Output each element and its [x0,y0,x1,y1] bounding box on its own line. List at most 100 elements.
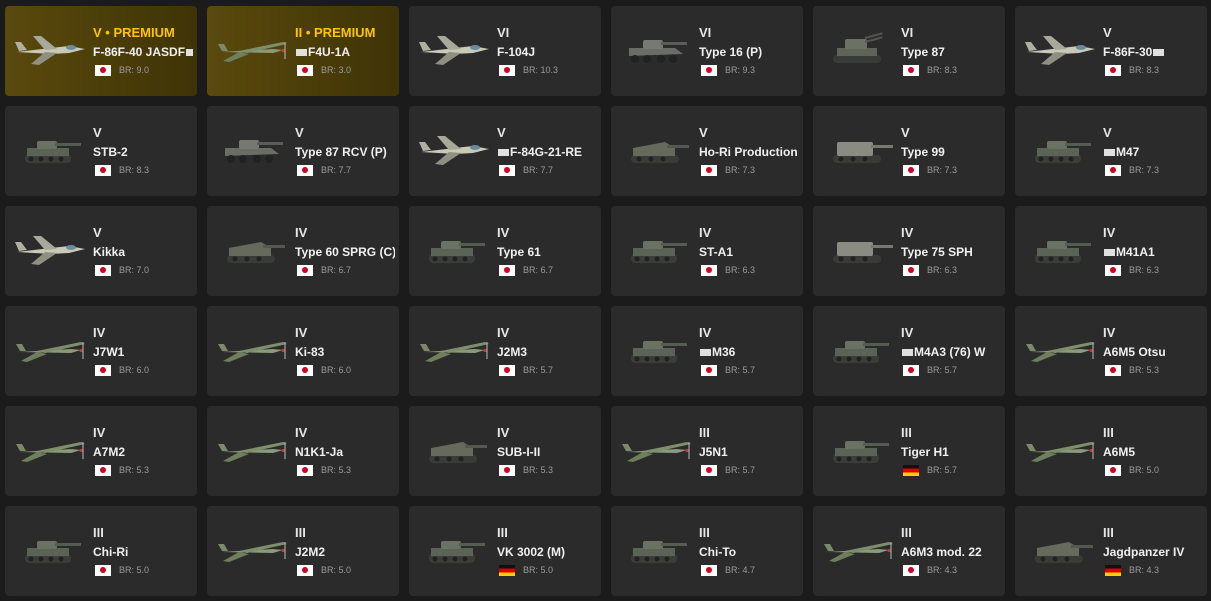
vehicle-rank: IV [295,325,308,340]
vehicle-card[interactable]: IV Type 75 SPH BR: 6.3 [813,206,1005,296]
battle-rating: BR: 7.3 [927,165,958,175]
vehicle-rank: IV [93,325,106,340]
japan-flag-icon [701,364,717,376]
vehicle-info: V Kikka BR: 7.0 [93,226,193,276]
tank-destroyer-icon [1021,528,1101,572]
vehicle-rank: IV [497,325,510,340]
vehicle-rank: II • PREMIUM [295,25,376,40]
tank-icon [415,228,495,272]
spg-icon [819,228,899,272]
japan-flag-icon [95,464,111,476]
vehicle-name: Type 99 [901,146,945,159]
battle-rating: BR: 6.0 [119,365,150,375]
battle-rating: BR: 5.7 [927,365,958,375]
vehicle-card[interactable]: IV A6M5 Otsu BR: 5.3 [1015,306,1207,396]
nation-tag-icon [296,49,307,57]
japan-flag-icon [903,164,919,176]
vehicle-card[interactable]: VI Type 16 (P) BR: 9.3 [611,6,803,96]
vehicle-name: A6M5 [1103,446,1136,459]
vehicle-card[interactable]: III Chi-To BR: 4.7 [611,506,803,596]
vehicle-card[interactable]: IV J7W1 BR: 6.0 [5,306,197,396]
battle-rating: BR: 3.0 [321,65,352,75]
vehicle-info: IV Ki-83 BR: 6.0 [295,326,395,376]
vehicle-info: III Jagdpanzer IV BR: 4.3 [1103,526,1203,576]
battle-rating: BR: 6.3 [725,265,756,275]
vehicle-name: STB-2 [93,146,128,159]
vehicle-card[interactable]: IV Type 61 BR: 6.7 [409,206,601,296]
jet-aircraft-icon [11,228,91,272]
prop-aircraft-icon [11,428,91,472]
vehicle-card[interactable]: III VK 3002 (M) BR: 5.0 [409,506,601,596]
vehicle-card[interactable]: III A6M3 mod. 22 BR: 4.3 [813,506,1005,596]
battle-rating: BR: 9.3 [725,65,756,75]
vehicle-name: Type 60 SPRG (C) [295,246,395,259]
battle-rating: BR: 5.0 [523,565,554,575]
vehicle-card[interactable]: IV M36 BR: 5.7 [611,306,803,396]
battle-rating: BR: 6.3 [1129,265,1160,275]
vehicle-info: IV Type 60 SPRG (C) BR: 6.7 [295,226,395,276]
vehicle-info: III Tiger H1 BR: 5.7 [901,426,1001,476]
battle-rating: BR: 5.7 [523,365,554,375]
vehicle-name: M36 [699,346,799,359]
vehicle-card[interactable]: IV ST-A1 BR: 6.3 [611,206,803,296]
vehicle-card[interactable]: V Type 87 RCV (P) BR: 7.7 [207,106,399,196]
vehicle-rank: VI [901,25,914,40]
battle-rating: BR: 5.7 [725,365,756,375]
vehicle-card[interactable]: V Ho-Ri Production BR: 7.3 [611,106,803,196]
vehicle-card[interactable]: III A6M5 BR: 5.0 [1015,406,1207,496]
battle-rating: BR: 5.3 [1129,365,1160,375]
japan-flag-icon [1105,464,1121,476]
vehicle-name: A7M2 [93,446,126,459]
japan-flag-icon [95,64,111,76]
japan-flag-icon [1105,264,1121,276]
vehicle-name: F4U-1A [295,46,395,59]
vehicle-card[interactable]: II • PREMIUM F4U-1A BR: 3.0 [207,6,399,96]
japan-flag-icon [1105,364,1121,376]
vehicle-card[interactable]: III J2M2 BR: 5.0 [207,506,399,596]
battle-rating: BR: 7.7 [321,165,352,175]
battle-rating: BR: 6.7 [523,265,554,275]
vehicle-rank: IV [699,225,712,240]
vehicle-card[interactable]: V F-86F-30 BR: 8.3 [1015,6,1207,96]
japan-flag-icon [701,464,717,476]
vehicle-card[interactable]: V Kikka BR: 7.0 [5,206,197,296]
battle-rating: BR: 9.0 [119,65,150,75]
vehicle-card[interactable]: V M47 BR: 7.3 [1015,106,1207,196]
vehicle-card[interactable]: III J5N1 BR: 5.7 [611,406,803,496]
vehicle-rank: IV [93,425,106,440]
vehicle-card[interactable]: V STB-2 BR: 8.3 [5,106,197,196]
vehicle-card[interactable]: IV M4A3 (76) W BR: 5.7 [813,306,1005,396]
vehicle-info: IV J2M3 BR: 5.7 [497,326,597,376]
vehicle-card[interactable]: III Tiger H1 BR: 5.7 [813,406,1005,496]
vehicle-card[interactable]: IV A7M2 BR: 5.3 [5,406,197,496]
vehicle-rank: IV [497,425,510,440]
tank-icon [415,528,495,572]
vehicle-info: IV ST-A1 BR: 6.3 [699,226,799,276]
vehicle-card[interactable]: V Type 99 BR: 7.3 [813,106,1005,196]
vehicle-card[interactable]: IV N1K1-Ja BR: 5.3 [207,406,399,496]
vehicle-info: VI Type 16 (P) BR: 9.3 [699,26,799,76]
vehicle-card[interactable]: VI F-104J BR: 10.3 [409,6,601,96]
vehicle-card[interactable]: VI Type 87 BR: 8.3 [813,6,1005,96]
vehicle-card[interactable]: IV J2M3 BR: 5.7 [409,306,601,396]
vehicle-card[interactable]: IV Ki-83 BR: 6.0 [207,306,399,396]
vehicle-card[interactable]: IV Type 60 SPRG (C) BR: 6.7 [207,206,399,296]
battle-rating: BR: 5.3 [523,465,554,475]
vehicle-card[interactable]: IV M41A1 BR: 6.3 [1015,206,1207,296]
vehicle-name: Type 75 SPH [901,246,973,259]
battle-rating: BR: 5.3 [119,465,150,475]
vehicle-info: III Chi-Ri BR: 5.0 [93,526,193,576]
vehicle-name: Chi-Ri [93,546,129,559]
vehicle-info: III J2M2 BR: 5.0 [295,526,395,576]
vehicle-card[interactable]: III Jagdpanzer IV BR: 4.3 [1015,506,1207,596]
vehicle-card[interactable]: V • PREMIUM F-86F-40 JASDF BR: 9.0 [5,6,197,96]
vehicle-card[interactable]: IV SUB-I-II BR: 5.3 [409,406,601,496]
japan-flag-icon [297,164,313,176]
vehicle-info: IV Type 61 BR: 6.7 [497,226,597,276]
vehicle-rank: III [1103,425,1114,440]
vehicle-card[interactable]: V F-84G-21-RE BR: 7.7 [409,106,601,196]
vehicle-card[interactable]: III Chi-Ri BR: 5.0 [5,506,197,596]
battle-rating: BR: 6.0 [321,365,352,375]
vehicle-name: Ki-83 [295,346,325,359]
premium-label: PREMIUM [314,25,376,40]
